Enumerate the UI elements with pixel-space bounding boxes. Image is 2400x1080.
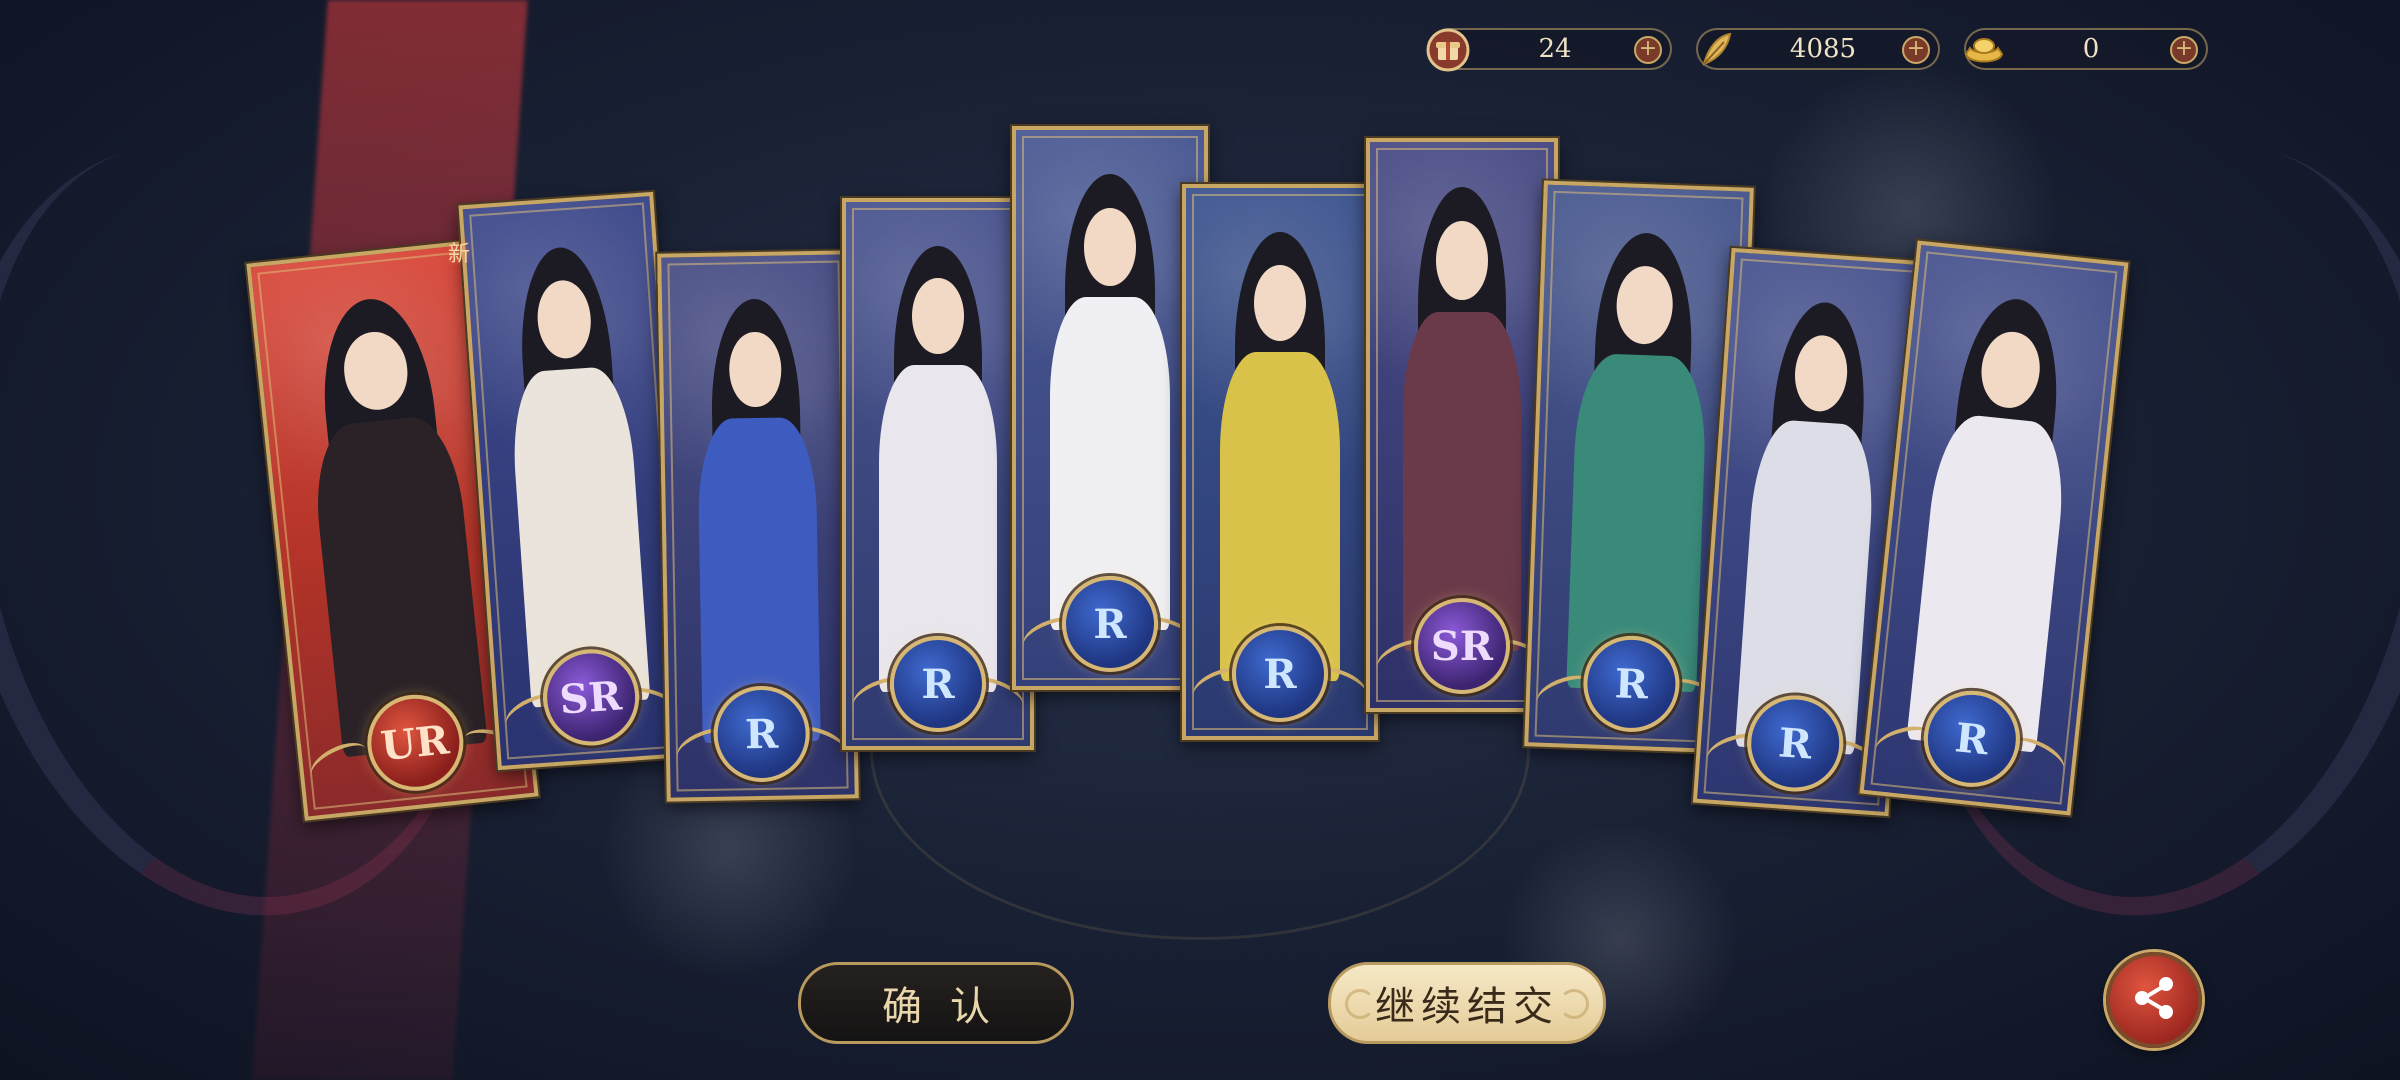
gold-ingot-icon: [1958, 24, 2010, 76]
share-button[interactable]: [2106, 952, 2202, 1048]
currency-gold: 0 +: [1964, 28, 2208, 70]
ornament-icon: [1345, 989, 1375, 1019]
rarity-badge-r: R: [890, 636, 986, 732]
currency-tickets: 24 +: [1426, 28, 1672, 72]
rarity-badge-r: R: [1232, 626, 1328, 722]
rarity-badge-sr: SR: [1414, 598, 1510, 694]
continue-recruit-button[interactable]: 继续结交: [1328, 962, 1606, 1044]
character-face: [1083, 207, 1137, 286]
confirm-button[interactable]: 确认: [798, 962, 1074, 1044]
character-card[interactable]: R: [657, 250, 859, 802]
gift-box-icon: [1422, 24, 1474, 76]
ornament-icon: [1559, 989, 1589, 1019]
character-card[interactable]: R: [1182, 184, 1378, 740]
feather-icon: [1690, 24, 1742, 76]
currency-value: 24: [1538, 34, 1572, 64]
add-currency-button[interactable]: +: [1902, 36, 1930, 64]
rarity-badge-r: R: [1062, 576, 1158, 672]
continue-button-label: 继续结交: [1375, 984, 1559, 1030]
character-face: [728, 331, 782, 408]
currency-value: 4085: [1789, 34, 1857, 64]
character-face: [912, 278, 964, 355]
character-face: [1436, 221, 1488, 301]
add-currency-button[interactable]: +: [2170, 36, 2198, 64]
share-icon: [2126, 970, 2182, 1030]
new-badge: 新: [448, 242, 471, 267]
character-card[interactable]: R: [1012, 126, 1208, 690]
confirm-button-label: 确认: [882, 984, 1018, 1030]
add-currency-button[interactable]: +: [1634, 36, 1662, 64]
currency-feathers: 4085 +: [1696, 28, 1940, 70]
currency-value: 0: [2082, 34, 2100, 64]
character-card[interactable]: R: [842, 198, 1034, 750]
